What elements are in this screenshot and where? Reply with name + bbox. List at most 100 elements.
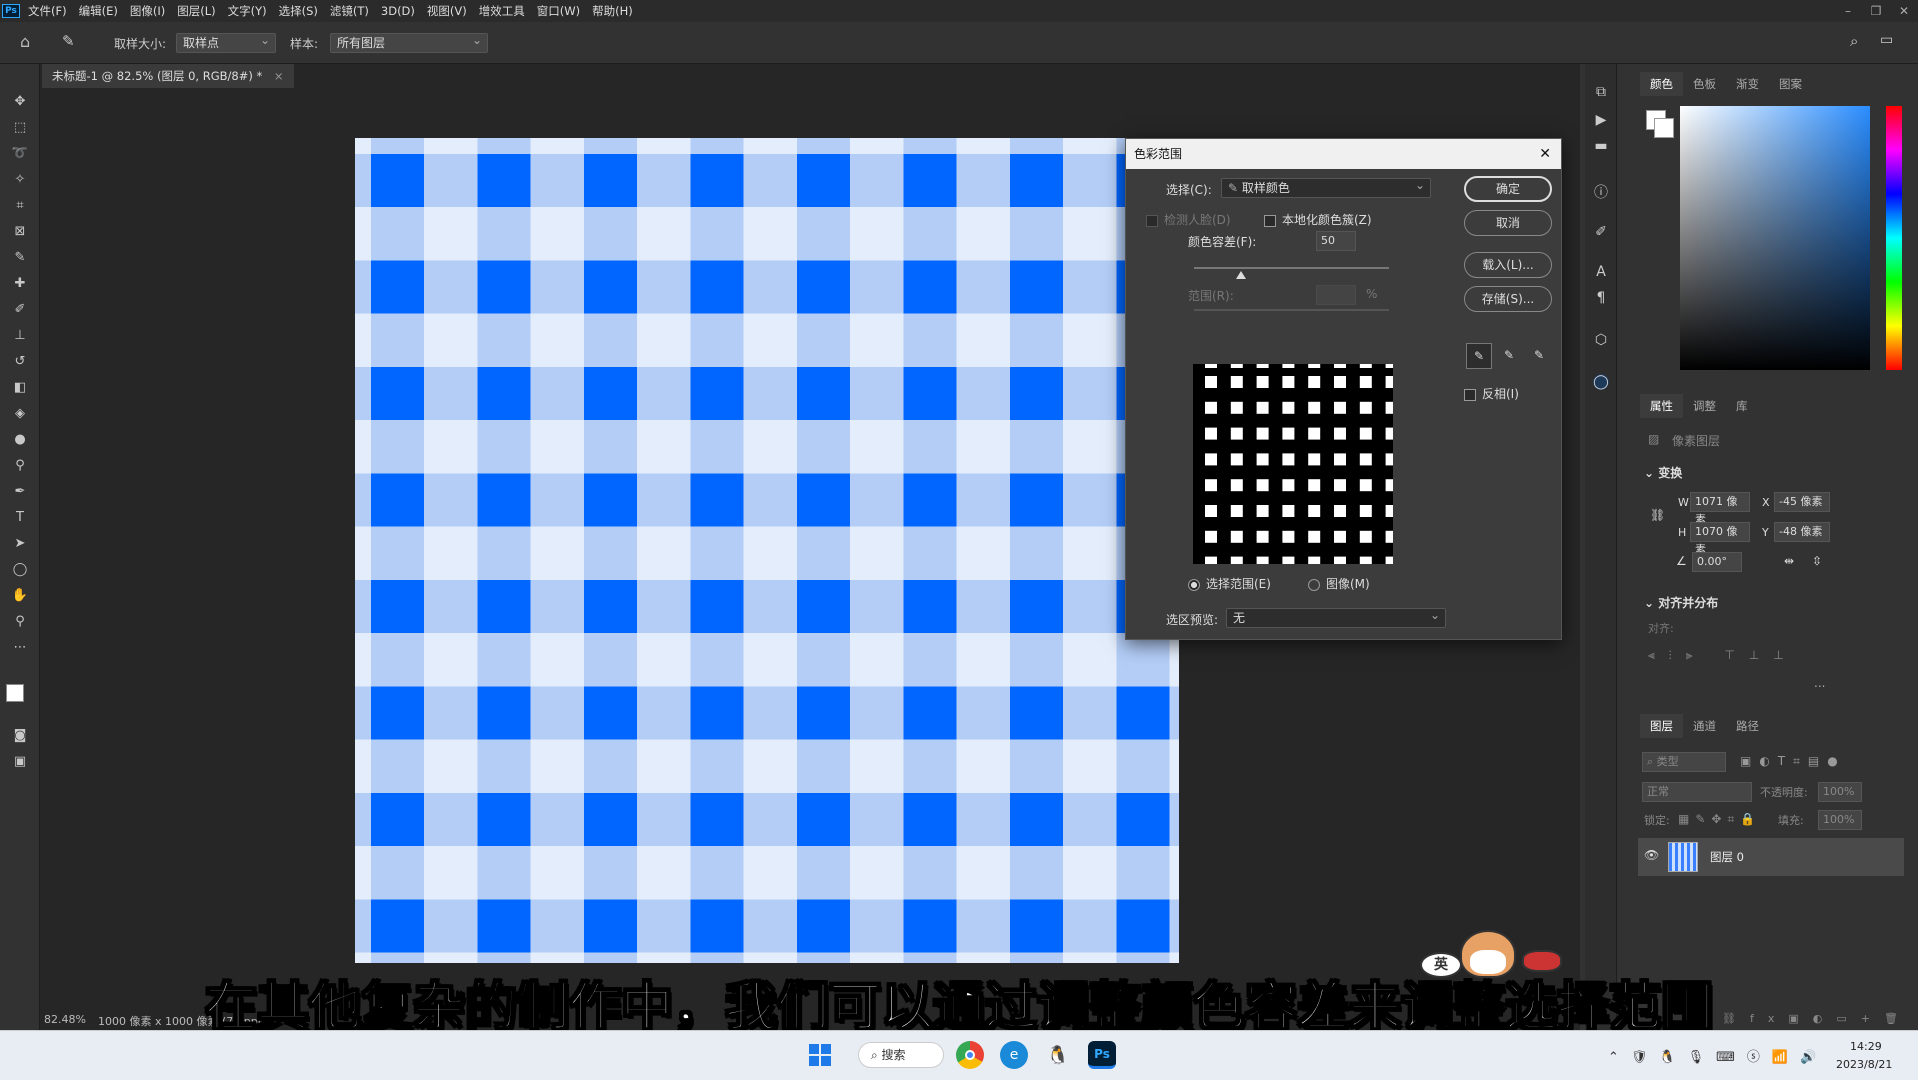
lock-icons[interactable]: ▦✎✥⌗🔒 [1678,812,1761,827]
align-buttons-icon[interactable]: ⫷⫶⫸ ⊤⊥⊥ [1648,648,1798,663]
y-input[interactable]: -48 像素 [1774,522,1830,542]
select-dropdown[interactable]: ✎ 取样颜色 [1221,176,1431,198]
layer-filter-input[interactable]: ⌕ 类型 [1642,752,1726,772]
menu-plugins[interactable]: 增效工具 [473,0,531,22]
history-brush-icon[interactable]: ↺ [9,350,31,372]
image-radio[interactable]: 图像(M) [1308,575,1370,592]
menu-file[interactable]: 文件(F) [22,0,73,22]
windows-start-icon[interactable] [806,1041,834,1069]
sample-size-select[interactable]: 取样点 [176,31,276,53]
eyedropper-button-icon[interactable]: ✎ [1466,343,1492,369]
actions-panel-icon[interactable]: ▶ [1593,112,1609,128]
save-button[interactable]: 存储(S)... [1464,286,1552,312]
tab-patterns[interactable]: 图案 [1769,72,1812,96]
tab-channels[interactable]: 通道 [1683,714,1726,738]
layer-row[interactable]: 👁 图层 0 [1638,838,1904,876]
close-icon[interactable]: ✕ [1890,0,1918,22]
fill-input[interactable]: 100% [1818,810,1862,830]
tab-paths[interactable]: 路径 [1726,714,1769,738]
screen-mode-icon[interactable]: ▣ [9,750,31,772]
menu-view[interactable]: 视图(V) [421,0,473,22]
color-spectrum-field[interactable] [1680,106,1870,370]
eyedropper-icon[interactable]: ✎ [9,246,31,268]
height-input[interactable]: 1070 像素 [1690,522,1750,556]
brush-tool-icon[interactable]: ✐ [9,298,31,320]
link-icon[interactable]: ⛓ [1650,508,1665,522]
width-input[interactable]: 1071 像素 [1690,492,1750,526]
type-tool-icon[interactable]: T [9,506,31,528]
ellipse-tool-icon[interactable]: ◯ [9,558,31,580]
home-icon[interactable]: ⌂ [20,32,30,51]
stamp-tool-icon[interactable]: ⊥ [9,324,31,346]
flip-vertical-icon[interactable]: ⇳ [1812,554,1822,568]
dodge-tool-icon[interactable]: ⚲ [9,454,31,476]
menu-filter[interactable]: 滤镜(T) [324,0,375,22]
layer-name[interactable]: 图层 0 [1710,849,1744,865]
document-canvas[interactable] [355,138,1179,963]
qq-penguin-icon[interactable]: 🐧 [1044,1041,1072,1069]
blur-tool-icon[interactable]: ● [9,428,31,450]
paint-bucket-icon[interactable]: ◈ [9,402,31,424]
cancel-button[interactable]: 取消 [1464,210,1552,236]
search-icon[interactable]: ⌕ [1850,32,1858,50]
menu-type[interactable]: 文字(Y) [222,0,273,22]
selection-preview-thumbnail[interactable] [1193,364,1393,564]
angle-input[interactable]: 0.00° [1692,552,1742,572]
restore-icon[interactable]: ❐ [1862,0,1890,22]
lasso-tool-icon[interactable]: ➰ [9,142,31,164]
tab-color[interactable]: 颜色 [1640,72,1683,96]
move-tool-icon[interactable]: ✥ [9,90,31,112]
align-section-title[interactable]: ⌄ 对齐并分布 [1644,594,1718,611]
x-input[interactable]: -45 像素 [1774,492,1830,512]
fuzziness-slider-track[interactable] [1194,267,1389,269]
pen-tool-icon[interactable]: ✒ [9,480,31,502]
minimize-icon[interactable]: – [1834,0,1862,22]
tab-layers[interactable]: 图层 [1640,714,1683,738]
comments-panel-icon[interactable]: ▬ [1593,138,1609,154]
blend-mode-select[interactable]: 正常 [1642,782,1752,802]
character-panel-icon[interactable]: A [1593,264,1609,280]
tab-adjustments[interactable]: 调整 [1683,394,1726,418]
magic-wand-tool-icon[interactable]: ✧ [9,168,31,190]
3d-panel-icon[interactable]: ⬡ [1593,332,1609,348]
panel-background-swatch[interactable] [1654,118,1674,138]
system-tray-icons[interactable]: ⌃🛡🐧🎙⌨ⓢ📶🔊 [1608,1046,1828,1065]
zoom-tool-icon[interactable]: ⚲ [9,610,31,632]
visibility-eye-icon[interactable]: 👁 [1644,848,1659,862]
transform-section-title[interactable]: ⌄ 变换 [1644,464,1682,481]
chrome-icon[interactable] [956,1041,984,1069]
path-selection-icon[interactable]: ➤ [9,532,31,554]
quick-mask-icon[interactable]: ◙ [9,724,31,746]
workspace-icon[interactable]: ▭ [1880,32,1893,48]
document-tab[interactable]: 未标题-1 @ 82.5% (图层 0, RGB/8#) * × [42,64,294,88]
history-panel-icon[interactable]: ⧉ [1593,84,1609,100]
clock-date[interactable]: 2023/8/21 [1836,1058,1892,1071]
healing-brush-icon[interactable]: ✚ [9,272,31,294]
paragraph-panel-icon[interactable]: ¶ [1593,290,1609,306]
crop-tool-icon[interactable]: ⌗ [9,194,31,216]
hand-tool-icon[interactable]: ✋ [9,584,31,606]
sample-select[interactable]: 所有图层 [330,31,488,53]
tab-properties[interactable]: 属性 [1640,394,1683,418]
menu-image[interactable]: 图像(I) [124,0,171,22]
taskbar-search[interactable]: ⌕ 搜索 [858,1042,944,1068]
menu-window[interactable]: 窗口(W) [531,0,586,22]
menu-3d[interactable]: 3D(D) [375,0,421,22]
tab-close-icon[interactable]: × [274,69,284,83]
layer-filter-icons[interactable]: ▣◐T⌗▤● [1740,754,1846,769]
fuzziness-input[interactable]: 50 [1316,231,1356,251]
edge-icon[interactable]: e [1000,1041,1028,1069]
load-button[interactable]: 载入(L)... [1464,252,1552,278]
more-options[interactable]: ... [1814,676,1825,690]
menu-layer[interactable]: 图层(L) [171,0,221,22]
info-panel-icon[interactable]: ⓘ [1593,184,1609,201]
selection-radio[interactable]: 选择范围(E) [1188,575,1271,592]
tab-swatches[interactable]: 色板 [1683,72,1726,96]
ok-button[interactable]: 确定 [1464,176,1552,202]
tab-gradients[interactable]: 渐变 [1726,72,1769,96]
subtract-from-sample-icon[interactable]: ✎ [1526,343,1552,369]
eraser-tool-icon[interactable]: ◧ [9,376,31,398]
more-tools-icon[interactable]: ⋯ [9,636,31,658]
plugin-panel-icon[interactable]: ◯ [1593,374,1609,390]
menu-help[interactable]: 帮助(H) [586,0,639,22]
